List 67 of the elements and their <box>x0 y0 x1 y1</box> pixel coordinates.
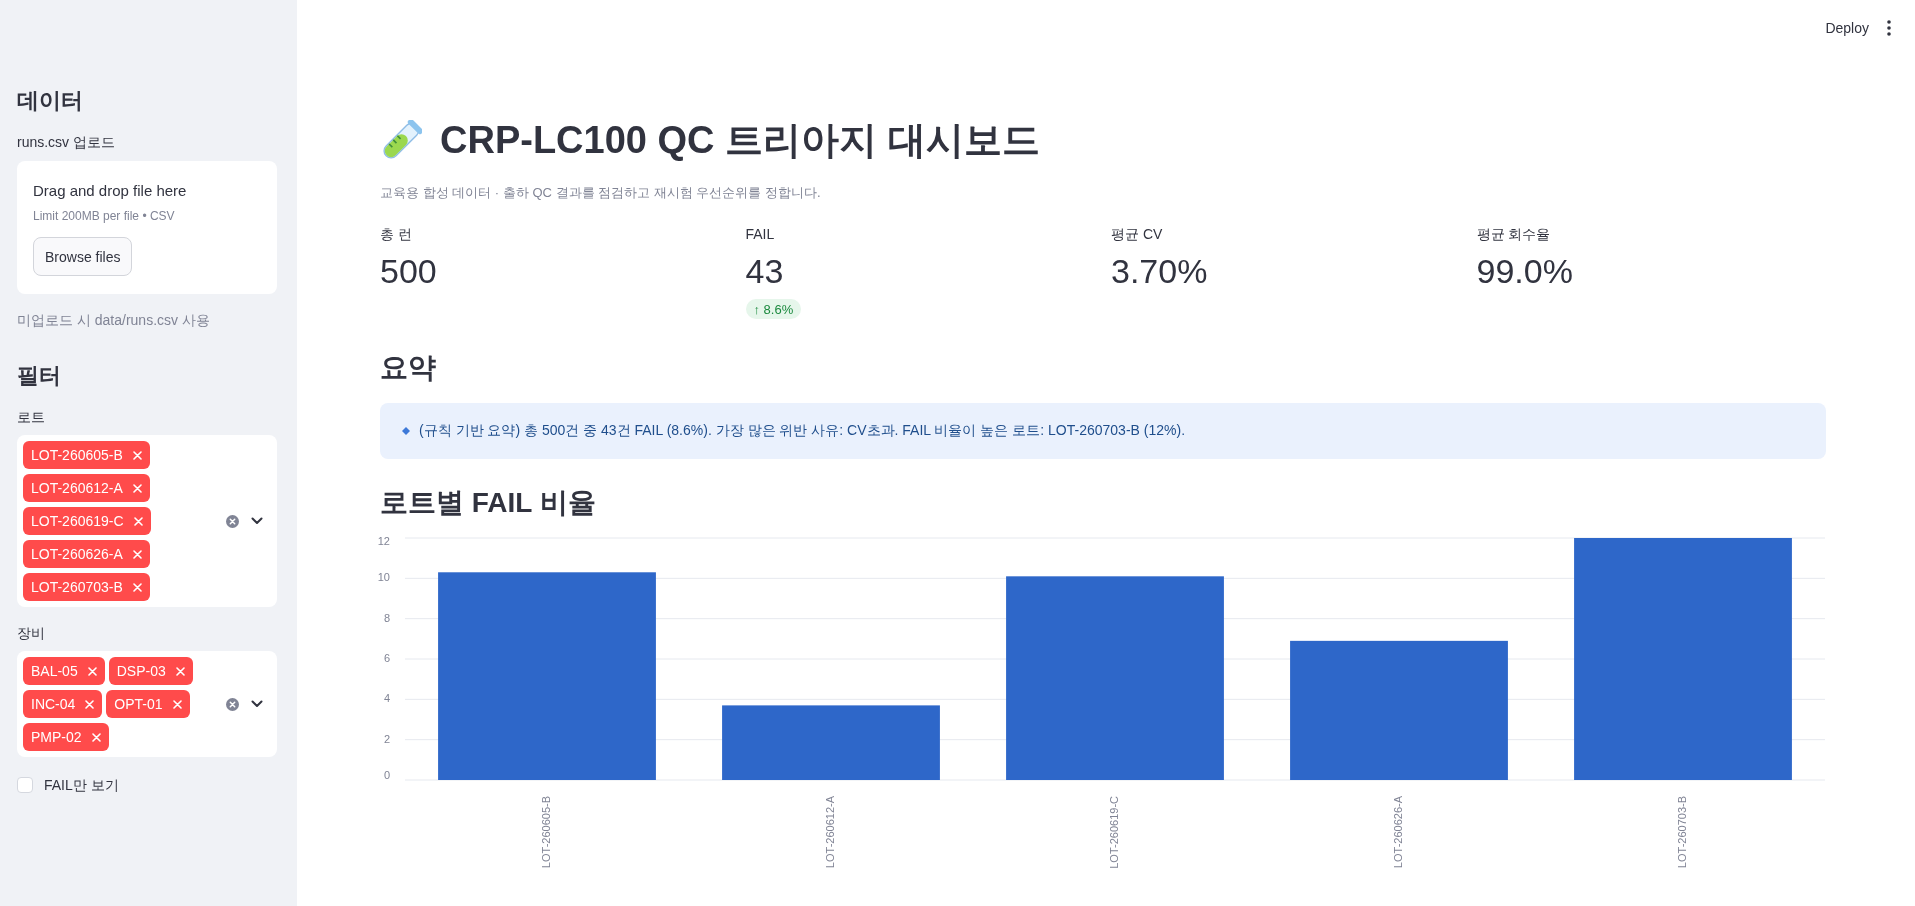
diamond-icon <box>402 427 410 435</box>
equipment-tag[interactable]: OPT-01 <box>106 690 190 718</box>
clear-icon[interactable] <box>226 514 239 528</box>
close-icon[interactable] <box>172 699 182 709</box>
close-icon[interactable] <box>132 450 142 460</box>
file-dropzone[interactable]: Drag and drop file here Limit 200MB per file • CSV Browse files <box>17 161 277 294</box>
select-label: 로트 <box>17 408 46 427</box>
metric-label: 평균 회수율 <box>1476 225 1551 244</box>
equipment-tag[interactable]: INC-04 <box>23 690 103 718</box>
close-icon[interactable] <box>175 666 185 676</box>
uploader-label: runs.csv 업로드 <box>17 133 116 152</box>
y-axis-label: 4 <box>383 692 390 705</box>
metric-label: FAIL <box>745 225 775 244</box>
lot-tag[interactable]: LOT-260612-A <box>23 474 150 502</box>
close-icon[interactable] <box>133 516 143 526</box>
multiselect-field[interactable]: BAL-05 DSP-03 INC-04 OPT-01 PMP-02 <box>17 651 277 757</box>
y-axis-label: 8 <box>383 611 390 624</box>
section-heading: 필터 <box>17 362 62 390</box>
uploader-caption: 미업로드 시 data/runs.csv 사용 <box>17 311 211 330</box>
metric-label: 평균 CV <box>1111 225 1163 244</box>
checkbox-label: FAIL만 보기 <box>44 776 119 795</box>
lot-tag[interactable]: LOT-260626-A <box>23 540 150 568</box>
page-subtitle: 교육용 합성 데이터 · 출하 QC 결과를 점검하고 재시험 우선순위를 정합니다. <box>380 184 822 202</box>
metric-label: 총 런 <box>380 225 412 244</box>
summary-text: (규칙 기반 요약) 총 500건 중 43건 FAIL (8.6%). 가장 많은 위반 사유: CV초과. FAIL 비율이 높은 로트: LOT-260703-B (12%). <box>419 422 1185 440</box>
metric-value: 43 <box>745 251 784 292</box>
close-icon[interactable] <box>85 699 95 709</box>
metric-value: 500 <box>380 251 437 292</box>
close-icon[interactable] <box>91 732 101 742</box>
delta-badge: ↑ 8.6% <box>745 299 802 319</box>
x-axis-label: LOT-260612-A <box>823 796 836 869</box>
y-axis-label: 2 <box>383 732 390 745</box>
chevron-down-icon[interactable] <box>251 700 263 708</box>
y-axis-label: 6 <box>383 651 390 664</box>
metric-value: 99.0% <box>1476 251 1573 292</box>
y-axis-label: 0 <box>383 768 390 781</box>
equipment-tag[interactable]: DSP-03 <box>108 657 193 685</box>
close-icon[interactable] <box>87 666 97 676</box>
metric-value: 3.70% <box>1111 251 1208 292</box>
lot-tag[interactable]: LOT-260703-B <box>23 573 150 601</box>
clear-icon[interactable] <box>226 697 239 711</box>
equipment-tag[interactable]: PMP-02 <box>23 723 109 751</box>
deploy-button[interactable]: Deploy <box>1817 14 1877 42</box>
dropzone-text: Drag and drop file here <box>33 181 188 201</box>
upload-limit-text: Limit 200MB per file • CSV <box>33 208 176 224</box>
more-icon[interactable] <box>1887 20 1891 36</box>
x-axis-label: LOT-260605-B <box>539 796 552 869</box>
lot-tag[interactable]: LOT-260605-B <box>23 441 150 469</box>
browse-files-button[interactable]: Browse files <box>33 237 133 276</box>
chevron-down-icon[interactable] <box>251 517 263 525</box>
select-label: 장비 <box>17 624 46 643</box>
close-icon[interactable] <box>132 582 142 592</box>
x-axis-label: LOT-260626-A <box>1391 796 1404 869</box>
equipment-tag[interactable]: BAL-05 <box>23 657 105 685</box>
section-heading: 로트별 FAIL 비율 <box>380 486 597 520</box>
close-icon[interactable] <box>132 483 142 493</box>
section-heading: 데이터 <box>17 87 84 115</box>
x-axis-label: LOT-260619-C <box>1107 796 1120 869</box>
section-heading: 요약 <box>380 351 437 385</box>
x-axis-label: LOT-260703-B <box>1675 796 1688 869</box>
y-axis-label: 10 <box>377 571 390 584</box>
close-icon[interactable] <box>132 549 142 559</box>
multiselect-field[interactable]: LOT-260605-B LOT-260612-A LOT-260619-C LOT-260626-A LOT-260703-B <box>17 435 277 607</box>
page-title: CRP-LC100 QC 트리아지 대시보드 <box>440 118 1040 163</box>
lot-tag[interactable]: LOT-260619-C <box>23 507 151 535</box>
checkbox[interactable] <box>17 777 33 793</box>
y-axis-label: 12 <box>377 534 390 547</box>
